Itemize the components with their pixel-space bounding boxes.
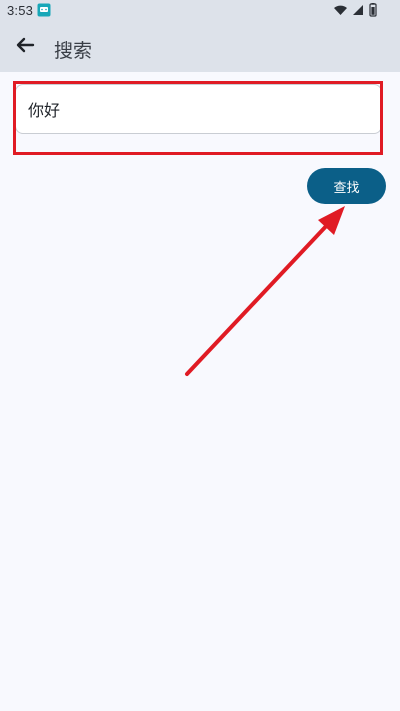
- notification-app-icon: [37, 3, 51, 17]
- search-field: [15, 84, 382, 134]
- back-button[interactable]: [10, 32, 40, 62]
- battery-icon: [368, 2, 378, 20]
- app-bar: 搜索: [0, 22, 400, 72]
- annotation-arrow-line: [185, 220, 332, 376]
- wifi-icon: [333, 4, 348, 19]
- page-title: 搜索: [54, 40, 93, 62]
- arrow-left-icon: [13, 33, 37, 61]
- find-button[interactable]: 查找: [307, 168, 386, 204]
- status-bar: 3:53: [0, 0, 400, 22]
- search-input[interactable]: [16, 85, 381, 133]
- cell-signal-icon: [352, 4, 364, 19]
- status-time: 3:53: [7, 3, 34, 18]
- annotation-arrow-head: [318, 206, 345, 235]
- status-icons: [333, 2, 378, 20]
- top-bar: 3:53 搜索: [0, 0, 400, 72]
